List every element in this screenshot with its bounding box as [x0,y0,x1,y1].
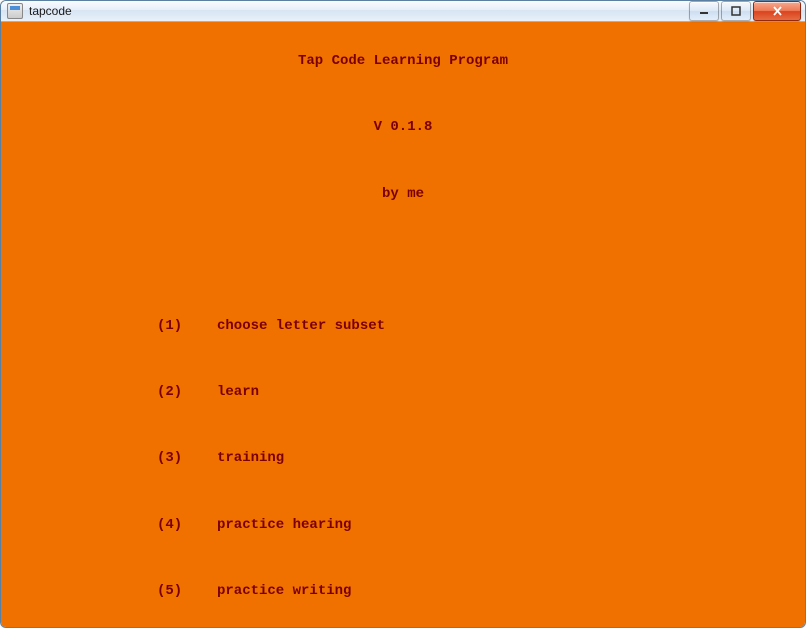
menu-label: learn [217,384,259,401]
close-button[interactable] [753,1,801,21]
menu-item[interactable]: (3)training [7,450,799,467]
client-area: Tap Code Learning Program V 0.1.8 by me … [1,22,805,628]
menu-item[interactable]: (5)practice writing [7,583,799,600]
menu-label: practice hearing [217,517,351,534]
app-icon [7,3,23,19]
menu-label: practice writing [217,583,351,600]
header-title: Tap Code Learning Program [7,53,799,70]
titlebar[interactable]: tapcode [1,1,805,22]
menu-label: training [217,450,284,467]
menu-key: (4) [157,517,217,534]
menu-item[interactable]: (1)choose letter subset [7,318,799,335]
menu-key: (3) [157,450,217,467]
header-version: V 0.1.8 [7,119,799,136]
app-window: tapcode Tap Code Learning Program V 0.1.… [0,0,806,628]
terminal[interactable]: Tap Code Learning Program V 0.1.8 by me … [7,28,799,628]
menu-key: (1) [157,318,217,335]
menu-key: (2) [157,384,217,401]
menu-label: choose letter subset [217,318,385,335]
menu-key: (5) [157,583,217,600]
window-buttons [689,1,801,21]
menu-item[interactable]: (2)learn [7,384,799,401]
maximize-button[interactable] [721,1,751,21]
window-title: tapcode [29,4,689,18]
menu-item[interactable]: (4)practice hearing [7,517,799,534]
minimize-button[interactable] [689,1,719,21]
header-author: by me [7,186,799,203]
